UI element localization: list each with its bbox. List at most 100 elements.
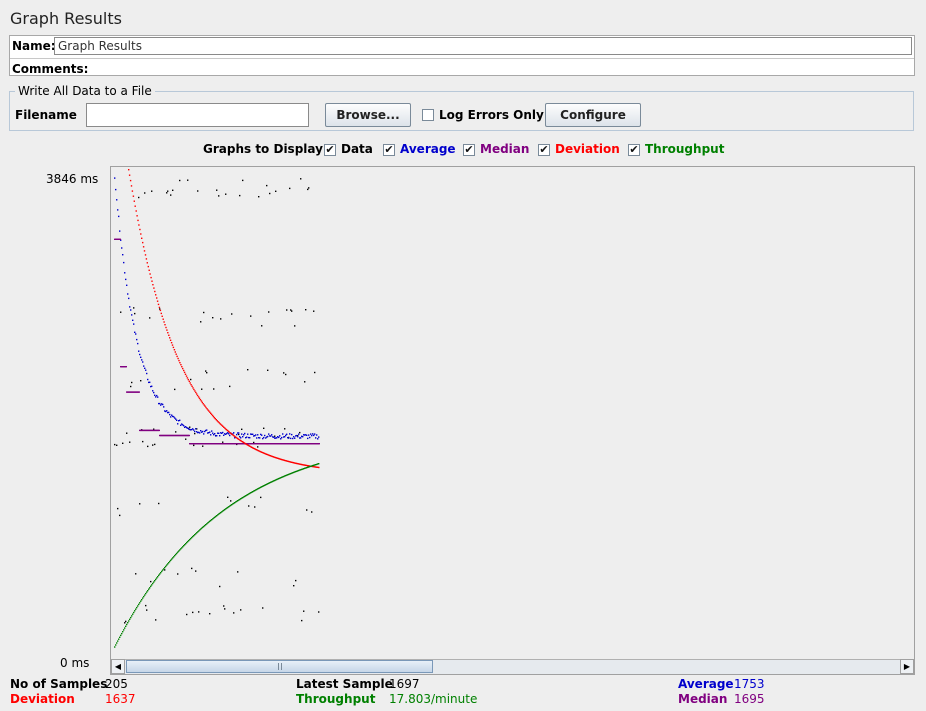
deviation-point [178,359,180,362]
average-point [302,436,304,438]
deviation-point [174,351,176,353]
average-point [223,434,225,436]
average-point [219,435,221,437]
average-point [300,437,302,439]
throughput-point [126,623,128,626]
filename-input[interactable] [86,103,309,127]
throughput-point [138,603,140,606]
data-point [131,381,133,384]
throughput-checkbox[interactable]: ✔ [628,144,640,156]
average-point [135,333,137,335]
divider [10,58,914,59]
scroll-left-arrow-icon[interactable]: ◀ [111,659,125,674]
data-point [308,187,310,189]
median-point [158,429,160,432]
median-checkbox[interactable]: ✔ [463,144,475,156]
deviation-point [165,326,167,329]
average-point [125,278,127,281]
average-point [153,391,155,394]
data-point [150,580,152,583]
deviation-point [139,228,141,231]
average-point [176,419,178,421]
median-point [125,366,127,368]
data-point [254,506,256,508]
data-point [119,514,121,517]
average-point [294,437,296,439]
name-input[interactable]: Graph Results [54,37,912,55]
data-point [283,372,285,374]
deviation-point [173,349,176,351]
data-point [294,325,296,327]
average-checkbox[interactable]: ✔ [383,144,395,156]
average-point [242,436,244,438]
throughput-point [149,587,151,589]
data-point [303,610,305,612]
browse-button[interactable]: Browse... [325,103,411,127]
average-point [119,230,121,232]
deviation-label: Deviation [10,692,75,706]
throughput-label: Throughput [296,692,376,706]
data-point [225,193,227,195]
average-point [123,261,125,264]
average-point [203,433,205,435]
average-point [259,437,261,439]
average-point [133,323,135,325]
deviation-point [169,339,172,341]
average-point [257,434,259,436]
data-point [130,385,132,388]
deviation-point [191,385,193,387]
deviation-point [140,233,142,235]
deviation-point [147,265,149,268]
average-point [244,432,246,435]
data-checkbox[interactable]: ✔ [324,144,336,156]
average-point [114,177,116,179]
configure-button[interactable]: Configure [545,103,641,127]
data-point [198,611,200,613]
average-point [195,428,197,430]
throughput-checkbox-label: Throughput [645,142,725,156]
data-point [247,369,249,371]
deviation-checkbox[interactable]: ✔ [538,144,550,156]
throughput-point [142,597,144,599]
throughput-point [130,616,132,619]
throughput-point [132,613,134,615]
average-point [261,434,263,436]
average-point [247,433,249,435]
throughput-point [171,558,173,560]
average-point [298,433,300,435]
throughput-point [122,631,124,633]
data-point [139,503,141,505]
average-value: 1753 [734,677,765,691]
average-point [183,425,185,427]
average-point [218,432,220,434]
throughput-point [134,610,136,612]
average-point [209,431,211,433]
average-point [312,433,314,435]
throughput-point [146,591,148,593]
deviation-point [158,306,161,309]
scroll-right-arrow-icon[interactable]: ▶ [900,659,914,674]
deviation-point [134,205,136,207]
data-point [267,369,269,371]
data-point [170,194,172,196]
data-point [167,190,169,192]
data-point [242,179,244,182]
average-point [263,436,265,439]
deviation-point [183,369,185,372]
average-point [212,432,214,434]
data-point [142,440,144,443]
average-point [130,309,132,311]
deviation-point [162,318,164,320]
throughput-point [152,582,154,585]
data-point [223,605,225,607]
average-point [155,396,157,398]
data-point [233,612,235,614]
average-point [157,396,159,398]
data-point [134,312,136,315]
data-point [200,321,202,323]
log-errors-checkbox[interactable] [422,109,434,121]
deviation-point [137,219,139,222]
median-point [188,434,190,437]
throughput-point [318,463,320,465]
graphs-to-display-label: Graphs to Display [203,142,323,156]
